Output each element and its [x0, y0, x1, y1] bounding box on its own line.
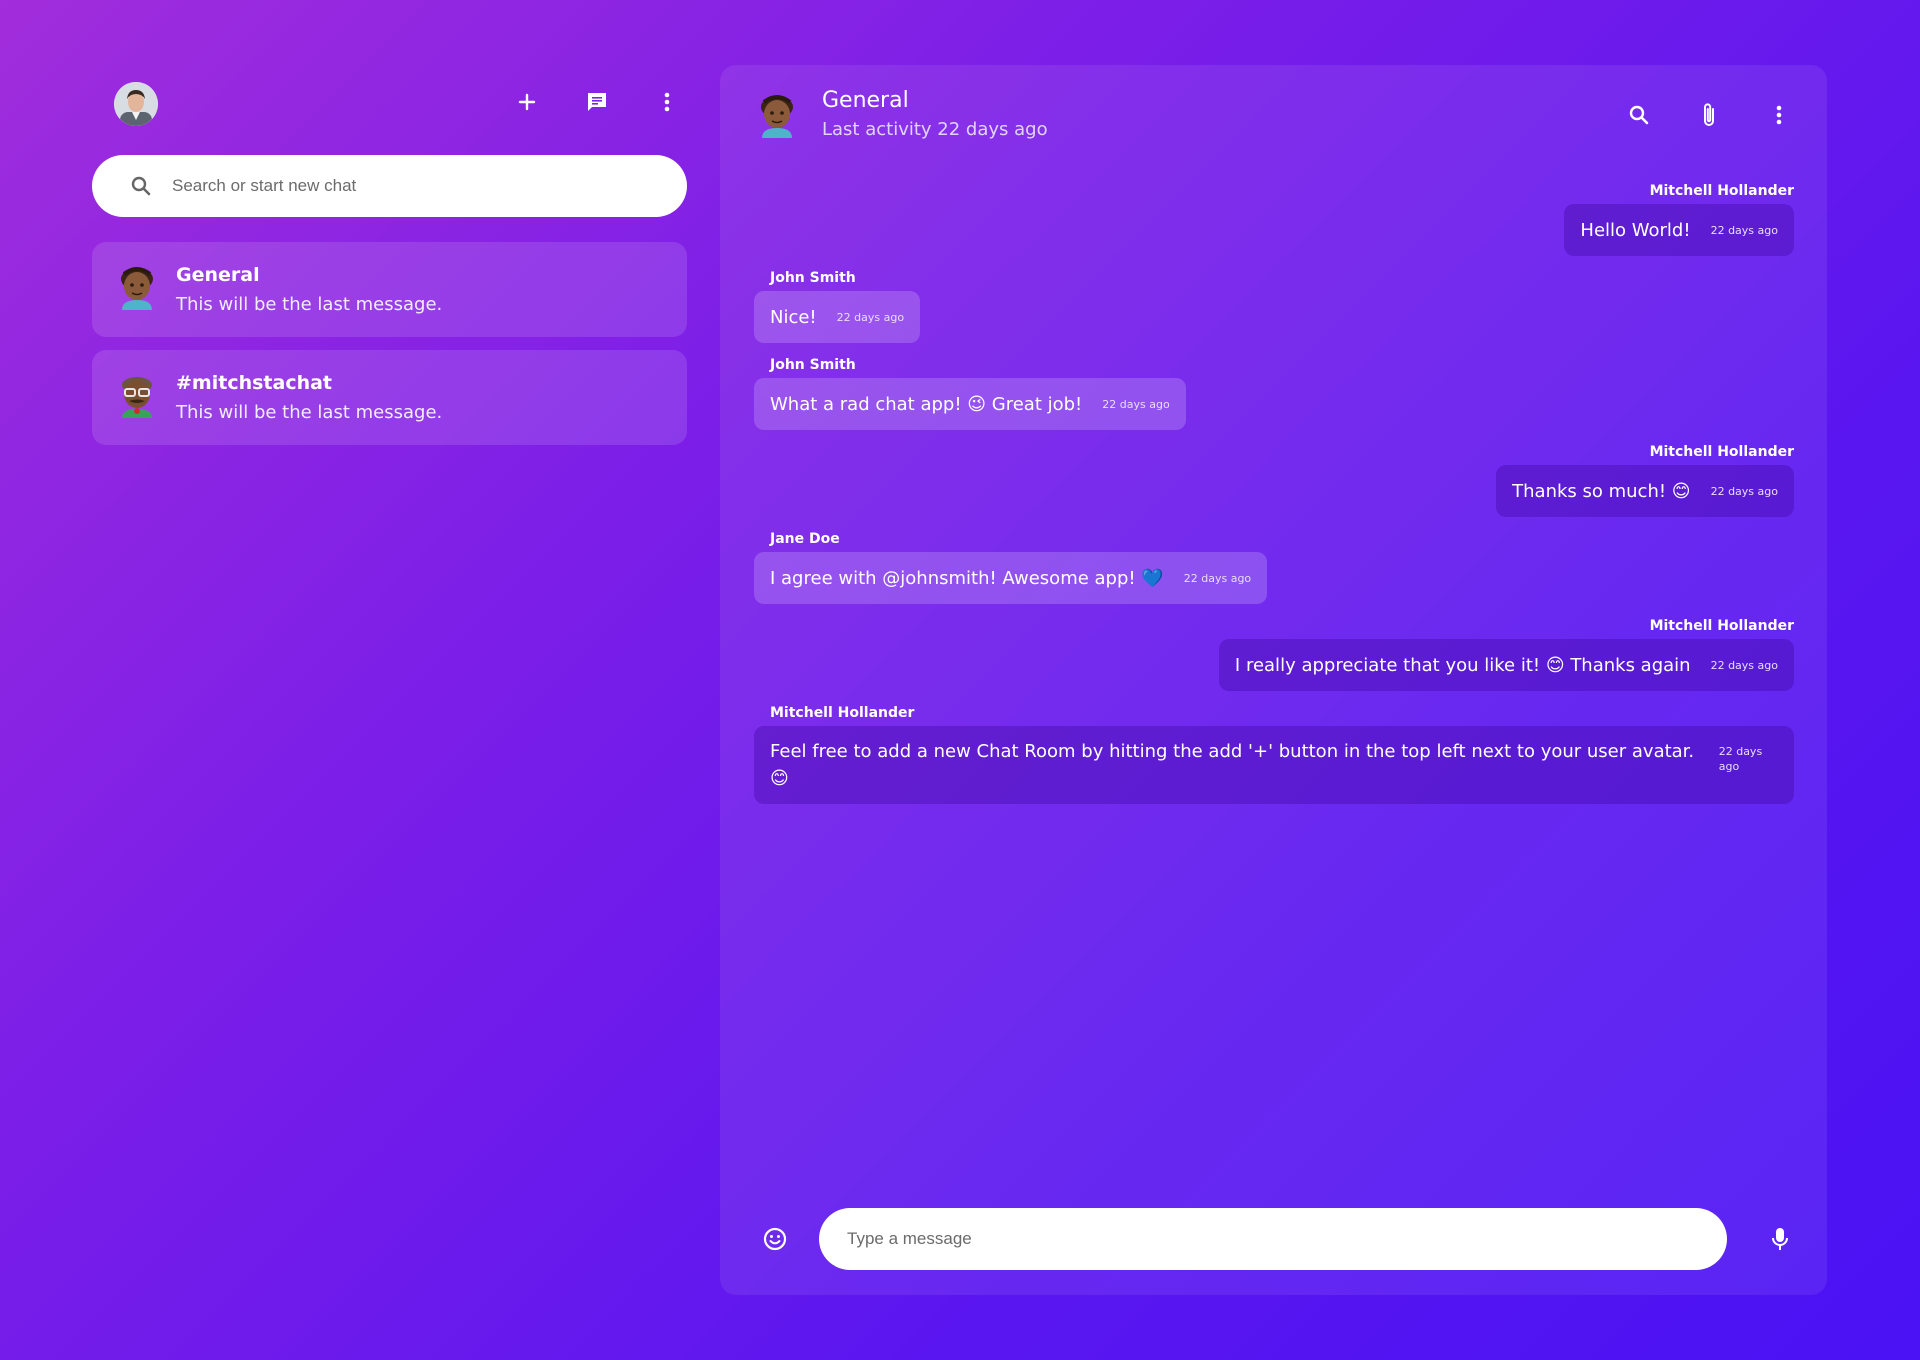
chat-menu-button[interactable]: [1759, 95, 1799, 135]
message-bubble[interactable]: Nice! 22 days ago: [754, 291, 921, 343]
message-bubble[interactable]: Feel free to add a new Chat Room by hitt…: [754, 726, 1794, 804]
chat-header: General Last activity 22 days ago: [720, 65, 1827, 180]
message-author: Jane Doe: [770, 531, 840, 547]
message-list: Mitchell Hollander Hello World! 22 days …: [754, 183, 1794, 818]
room-avatar: [116, 264, 158, 310]
add-room-button[interactable]: [507, 82, 547, 122]
chat-header-actions: [1589, 95, 1799, 135]
message-text: What a rad chat app! 😉 Great job!: [770, 393, 1083, 415]
message-text: Hello World!: [1580, 219, 1691, 241]
sidebar-menu-button[interactable]: [647, 82, 687, 122]
message-time: 22 days ago: [1710, 484, 1778, 498]
room-last-message: This will be the last message.: [176, 294, 443, 315]
message-bubble[interactable]: I agree with @johnsmith! Awesome app! 💙 …: [754, 552, 1268, 604]
chat-title: General: [822, 88, 909, 113]
message: Mitchell Hollander I really appreciate t…: [754, 618, 1794, 691]
more-vertical-icon: [1776, 105, 1782, 125]
microphone-icon: [1772, 1228, 1788, 1250]
message-time: 22 days ago: [836, 310, 905, 324]
chat-room-list: General This will be the last message. #…: [92, 242, 687, 458]
room-avatar: [116, 372, 158, 418]
message-time: 22 days ago: [1102, 397, 1170, 411]
message-text: Thanks so much! 😊: [1512, 480, 1691, 502]
message-input-box: [819, 1208, 1727, 1270]
emoji-button[interactable]: [756, 1220, 794, 1258]
sidebar-actions: [507, 82, 687, 122]
chat-subtitle: Last activity 22 days ago: [822, 119, 1048, 140]
message-author: John Smith: [770, 270, 856, 286]
message: Mitchell Hollander Thanks so much! 😊 22 …: [754, 444, 1794, 517]
room-avatar: [756, 91, 798, 139]
user-avatar[interactable]: [114, 82, 158, 126]
message-time: 22 days ago: [1718, 745, 1763, 773]
message-author: Mitchell Hollander: [1649, 444, 1794, 460]
message-text: I really appreciate that you like it! 😊 …: [1234, 654, 1691, 676]
paperclip-icon: [1704, 103, 1714, 126]
message-text: I agree with @johnsmith! Awesome app! 💙: [770, 567, 1164, 589]
search-input[interactable]: [172, 176, 652, 196]
message-time: 22 days ago: [1183, 571, 1252, 585]
more-vertical-icon: [664, 92, 670, 112]
voice-message-button[interactable]: [1761, 1220, 1799, 1258]
message-bubble[interactable]: Thanks so much! 😊 22 days ago: [1496, 465, 1794, 517]
message-bubble[interactable]: Hello World! 22 days ago: [1564, 204, 1794, 256]
room-last-message: This will be the last message.: [176, 402, 443, 423]
sidebar-header: [92, 60, 687, 146]
message-time: 22 days ago: [1710, 223, 1778, 237]
new-chat-button[interactable]: [577, 82, 617, 122]
search-icon: [1629, 105, 1649, 125]
message-bubble[interactable]: What a rad chat app! 😉 Great job! 22 day…: [754, 378, 1186, 430]
message-author: John Smith: [770, 357, 856, 373]
message-author: Mitchell Hollander: [770, 705, 915, 721]
message-text: Nice!: [770, 306, 817, 328]
message-author: Mitchell Hollander: [1649, 618, 1794, 634]
room-name: General: [176, 264, 260, 286]
room-name: #mitchstachat: [176, 372, 333, 394]
message: John Smith Nice! 22 days ago: [754, 270, 1794, 343]
chat-room-general[interactable]: General This will be the last message.: [92, 242, 687, 337]
message: John Smith What a rad chat app! 😉 Great …: [754, 357, 1794, 430]
sidebar: General This will be the last message. #…: [92, 60, 687, 1300]
plus-icon: [518, 93, 536, 111]
smiley-icon: [763, 1227, 787, 1251]
message: Mitchell Hollander Feel free to add a ne…: [754, 705, 1794, 804]
message-input[interactable]: [847, 1229, 1687, 1249]
chat-room-mitchstachat[interactable]: #mitchstachat This will be the last mess…: [92, 350, 687, 445]
message-bubble[interactable]: I really appreciate that you like it! 😊 …: [1218, 639, 1794, 691]
message-text: Feel free to add a new Chat Room by hitt…: [770, 741, 1695, 789]
message-author: Mitchell Hollander: [1649, 183, 1794, 199]
search-messages-button[interactable]: [1619, 95, 1659, 135]
search-icon: [128, 173, 154, 199]
message-composer: [720, 1208, 1827, 1270]
message: Mitchell Hollander Hello World! 22 days …: [754, 183, 1794, 256]
message-icon: [588, 93, 606, 111]
search-bar: [92, 155, 687, 217]
message: Jane Doe I agree with @johnsmith! Awesom…: [754, 531, 1794, 604]
chat-panel: General Last activity 22 days ago Mitche…: [720, 65, 1827, 1295]
message-time: 22 days ago: [1710, 658, 1778, 672]
attach-button[interactable]: [1689, 95, 1729, 135]
